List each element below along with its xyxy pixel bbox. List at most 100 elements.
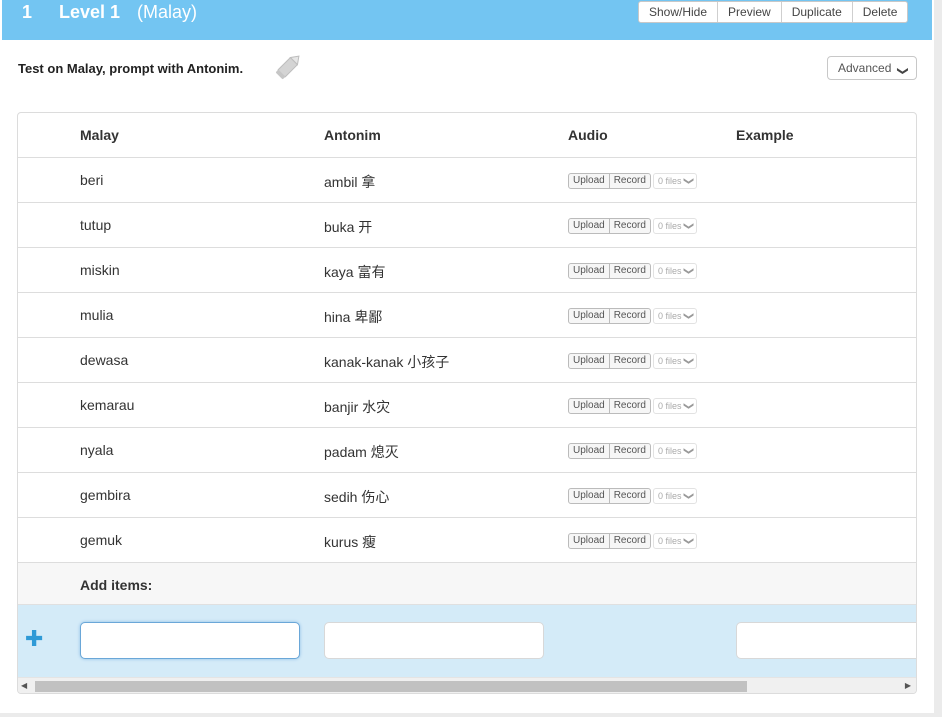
record-button[interactable]: Record (608, 534, 650, 548)
files-dropdown[interactable]: 0 files ❯ (652, 218, 697, 234)
record-button[interactable]: Record (608, 354, 650, 368)
malay-cell[interactable]: tutup (80, 217, 111, 233)
show-hide-button[interactable]: Show/Hide (639, 2, 717, 22)
scrollbar-thumb[interactable] (35, 681, 747, 692)
table-row[interactable]: dewasa kanak-kanak 小孩子 Upload Record 0 files… (18, 338, 916, 383)
audio-buttons: Upload Record (568, 308, 651, 324)
table-row[interactable]: miskin kaya 富有 Upload Record 0 files ❯ (18, 248, 916, 293)
add-item-row: ✚ (18, 605, 916, 677)
upload-button[interactable]: Upload (569, 489, 609, 503)
files-count: 0 files (657, 491, 682, 501)
antonim-cell[interactable]: ambil 拿 (324, 172, 375, 192)
antonim-cell[interactable]: sedih 伤心 (324, 487, 389, 507)
scroll-left-arrow-icon[interactable]: ◀ (21, 681, 27, 690)
antonim-cell[interactable]: buka 开 (324, 217, 372, 237)
new-antonim-input[interactable] (324, 622, 544, 659)
audio-controls: Upload Record 0 files ❯ (568, 397, 697, 415)
preview-button[interactable]: Preview (717, 2, 781, 22)
files-count: 0 files (657, 401, 682, 411)
files-dropdown[interactable]: 0 files ❯ (652, 488, 697, 504)
level-actions: Show/Hide Preview Duplicate Delete (638, 1, 909, 23)
record-button[interactable]: Record (608, 264, 650, 278)
record-button[interactable]: Record (608, 174, 650, 188)
audio-controls: Upload Record 0 files ❯ (568, 487, 697, 505)
audio-buttons: Upload Record (568, 488, 651, 504)
duplicate-button[interactable]: Duplicate (780, 2, 852, 22)
files-dropdown[interactable]: 0 files ❯ (652, 173, 697, 189)
table-row[interactable]: gemuk kurus 瘦 Upload Record 0 files ❯ (18, 518, 916, 563)
column-header-antonim: Antonim (324, 127, 381, 143)
malay-cell[interactable]: dewasa (80, 352, 128, 368)
plus-icon[interactable]: ✚ (25, 627, 43, 651)
upload-button[interactable]: Upload (569, 219, 609, 233)
table-header: Malay Antonim Audio Example (18, 113, 916, 158)
chevron-down-icon: ❯ (683, 401, 695, 411)
files-dropdown[interactable]: 0 files ❯ (652, 443, 697, 459)
antonim-cell[interactable]: kurus 瘦 (324, 532, 376, 552)
audio-buttons: Upload Record (568, 443, 651, 459)
record-button[interactable]: Record (608, 309, 650, 323)
antonim-cell[interactable]: banjir 水灾 (324, 397, 390, 417)
table-row[interactable]: kemarau banjir 水灾 Upload Record 0 files ❯ (18, 383, 916, 428)
malay-cell[interactable]: miskin (80, 262, 120, 278)
antonim-cell[interactable]: kanak-kanak 小孩子 (324, 352, 449, 372)
record-button[interactable]: Record (608, 219, 650, 233)
files-dropdown[interactable]: 0 files ❯ (652, 533, 697, 549)
malay-cell[interactable]: gembira (80, 487, 131, 503)
table-row[interactable]: mulia hina 卑鄙 Upload Record 0 files ❯ (18, 293, 916, 338)
table-row[interactable]: gembira sedih 伤心 Upload Record 0 files ❯ (18, 473, 916, 518)
malay-cell[interactable]: kemarau (80, 397, 134, 413)
files-count: 0 files (657, 266, 682, 276)
upload-button[interactable]: Upload (569, 354, 609, 368)
audio-controls: Upload Record 0 files ❯ (568, 307, 697, 325)
upload-button[interactable]: Upload (569, 534, 609, 548)
upload-button[interactable]: Upload (569, 264, 609, 278)
audio-controls: Upload Record 0 files ❯ (568, 442, 697, 460)
chevron-down-icon: ❯ (683, 491, 695, 501)
record-button[interactable]: Record (608, 444, 650, 458)
record-button[interactable]: Record (608, 399, 650, 413)
files-dropdown[interactable]: 0 files ❯ (652, 398, 697, 414)
audio-buttons: Upload Record (568, 173, 651, 189)
audio-buttons: Upload Record (568, 353, 651, 369)
scroll-right-arrow-icon[interactable]: ▶ (905, 681, 911, 690)
chevron-down-icon: ❯ (683, 311, 695, 321)
table-row[interactable]: beri ambil 拿 Upload Record 0 files ❯ (18, 158, 916, 203)
upload-button[interactable]: Upload (569, 399, 609, 413)
files-dropdown[interactable]: 0 files ❯ (652, 308, 697, 324)
upload-button[interactable]: Upload (569, 174, 609, 188)
items-table: Malay Antonim Audio Example beri ambil 拿 U… (17, 112, 917, 694)
horizontal-scrollbar[interactable]: ◀ ▶ (18, 677, 916, 693)
antonim-cell[interactable]: padam 熄灭 (324, 442, 399, 462)
files-count: 0 files (657, 176, 682, 186)
upload-button[interactable]: Upload (569, 309, 609, 323)
table-row[interactable]: tutup buka 开 Upload Record 0 files ❯ (18, 203, 916, 248)
malay-cell[interactable]: nyala (80, 442, 113, 458)
pencil-icon[interactable] (274, 52, 304, 80)
files-dropdown[interactable]: 0 files ❯ (652, 263, 697, 279)
chevron-down-icon: ❯ (683, 176, 695, 186)
new-malay-input[interactable] (80, 622, 300, 659)
files-count: 0 files (657, 536, 682, 546)
malay-cell[interactable]: beri (80, 172, 103, 188)
files-dropdown[interactable]: 0 files ❯ (652, 353, 697, 369)
antonim-cell[interactable]: hina 卑鄙 (324, 307, 382, 327)
level-language: (Malay) (137, 2, 198, 22)
advanced-label: Advanced (838, 61, 892, 75)
antonim-cell[interactable]: kaya 富有 (324, 262, 385, 282)
audio-controls: Upload Record 0 files ❯ (568, 262, 697, 280)
delete-button[interactable]: Delete (851, 2, 908, 22)
table-row[interactable]: nyala padam 熄灭 Upload Record 0 files ❯ (18, 428, 916, 473)
malay-cell[interactable]: gemuk (80, 532, 122, 548)
record-button[interactable]: Record (608, 489, 650, 503)
advanced-button[interactable]: Advanced ❯ (827, 56, 917, 80)
level-header: 1 Level 1 (Malay) Show/Hide Preview Dupl… (2, 0, 932, 40)
add-items-label: Add items: (80, 577, 153, 593)
malay-cell[interactable]: mulia (80, 307, 113, 323)
upload-button[interactable]: Upload (569, 444, 609, 458)
table-body: beri ambil 拿 Upload Record 0 files ❯ tutup buka… (18, 158, 916, 563)
chevron-down-icon: ❯ (683, 356, 695, 366)
new-example-input[interactable] (736, 622, 916, 659)
files-count: 0 files (657, 221, 682, 231)
column-header-audio: Audio (568, 127, 608, 143)
